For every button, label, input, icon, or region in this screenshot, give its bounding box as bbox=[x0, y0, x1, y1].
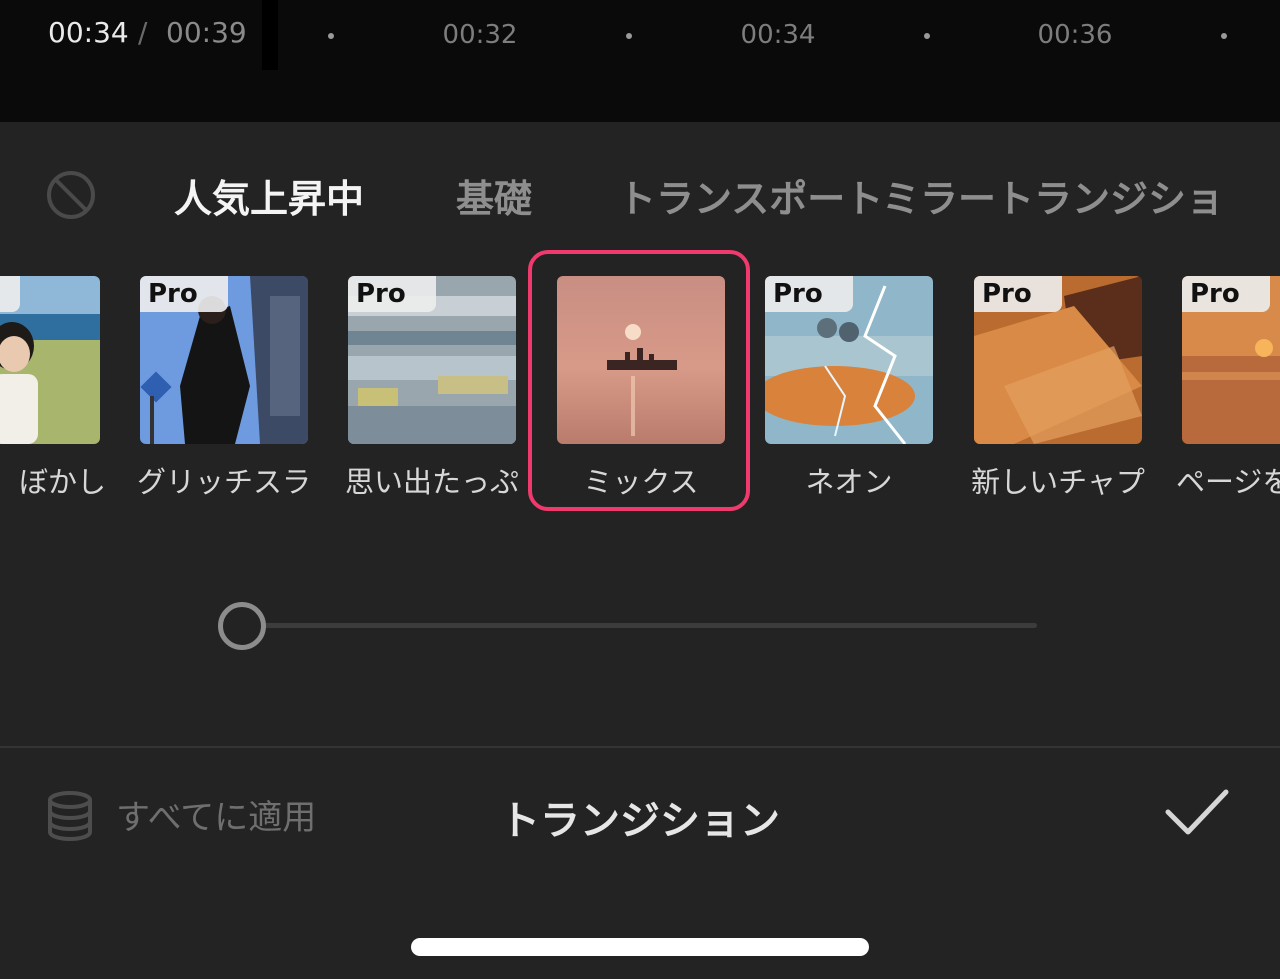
effect-label: 新しいチャプ bbox=[971, 465, 1145, 499]
duration-slider-thumb[interactable] bbox=[218, 602, 266, 650]
effect-label: ぼかし bbox=[18, 465, 106, 499]
divider bbox=[0, 746, 1280, 748]
effect-item-blur[interactable]: Pro ぼかし bbox=[0, 276, 106, 499]
effect-item-neon[interactable]: Pro ネオン bbox=[765, 276, 933, 499]
effect-item-new-chapter[interactable]: Pro 新しいチャプ bbox=[971, 276, 1145, 499]
effect-label: ページを bbox=[1176, 465, 1280, 499]
checkmark-icon[interactable] bbox=[1164, 786, 1230, 840]
timeline-bar[interactable]: 00:34 / 00:39 00:32 00:34 00:36 bbox=[0, 0, 1280, 122]
effect-thumbnail: Pro bbox=[0, 276, 100, 444]
pro-badge: Pro bbox=[765, 276, 853, 312]
tick-dot bbox=[328, 33, 334, 39]
home-indicator bbox=[411, 938, 869, 956]
effect-item-page[interactable]: Pro ページを bbox=[1176, 276, 1280, 499]
selection-highlight bbox=[528, 250, 750, 511]
total-time: 00:39 bbox=[166, 16, 247, 49]
pro-badge: Pro bbox=[140, 276, 228, 312]
tick-label: 00:32 bbox=[442, 20, 518, 50]
panel-title: トランジション bbox=[500, 798, 780, 844]
category-tabs: 人気上昇中 基礎 トランスポート ミラートランジショ bbox=[0, 150, 1280, 240]
effect-item-memories[interactable]: Pro 思い出たっぷ bbox=[345, 276, 519, 499]
transition-editor: 00:34 / 00:39 00:32 00:34 00:36 人気上昇中 基礎… bbox=[0, 0, 1280, 979]
effect-thumbnail: Pro bbox=[974, 276, 1142, 444]
effect-thumbnail: Pro bbox=[1182, 276, 1280, 444]
effect-label: 思い出たっぷ bbox=[344, 465, 519, 499]
tab-basic[interactable]: 基礎 bbox=[456, 168, 532, 223]
tick-label: 00:34 bbox=[740, 20, 816, 50]
effect-thumbnail: Pro bbox=[348, 276, 516, 444]
tick-dot bbox=[626, 33, 632, 39]
tab-mirror-transition[interactable]: ミラートランジショ bbox=[882, 168, 1224, 223]
effect-label: グリッチスラ bbox=[136, 465, 311, 499]
pro-badge: Pro bbox=[348, 276, 436, 312]
pro-badge: Pro bbox=[1182, 276, 1270, 312]
tick-dot bbox=[1221, 33, 1227, 39]
tab-trending[interactable]: 人気上昇中 bbox=[174, 168, 364, 223]
time-separator: / bbox=[138, 16, 148, 49]
tick-dot bbox=[924, 33, 930, 39]
prohibited-icon[interactable] bbox=[46, 170, 96, 220]
pro-badge: Pro bbox=[0, 276, 20, 312]
duration-slider-track[interactable] bbox=[242, 623, 1037, 628]
effect-label: ネオン bbox=[805, 465, 893, 499]
pro-badge: Pro bbox=[974, 276, 1062, 312]
effect-thumbnail: Pro bbox=[140, 276, 308, 444]
tick-label: 00:36 bbox=[1037, 20, 1113, 50]
effect-item-glitch-slide[interactable]: Pro グリッチスラ bbox=[137, 276, 311, 499]
playhead[interactable] bbox=[262, 0, 278, 70]
tab-transport[interactable]: トランスポート bbox=[618, 168, 883, 223]
effect-thumbnail: Pro bbox=[765, 276, 933, 444]
current-time: 00:34 bbox=[48, 16, 129, 49]
